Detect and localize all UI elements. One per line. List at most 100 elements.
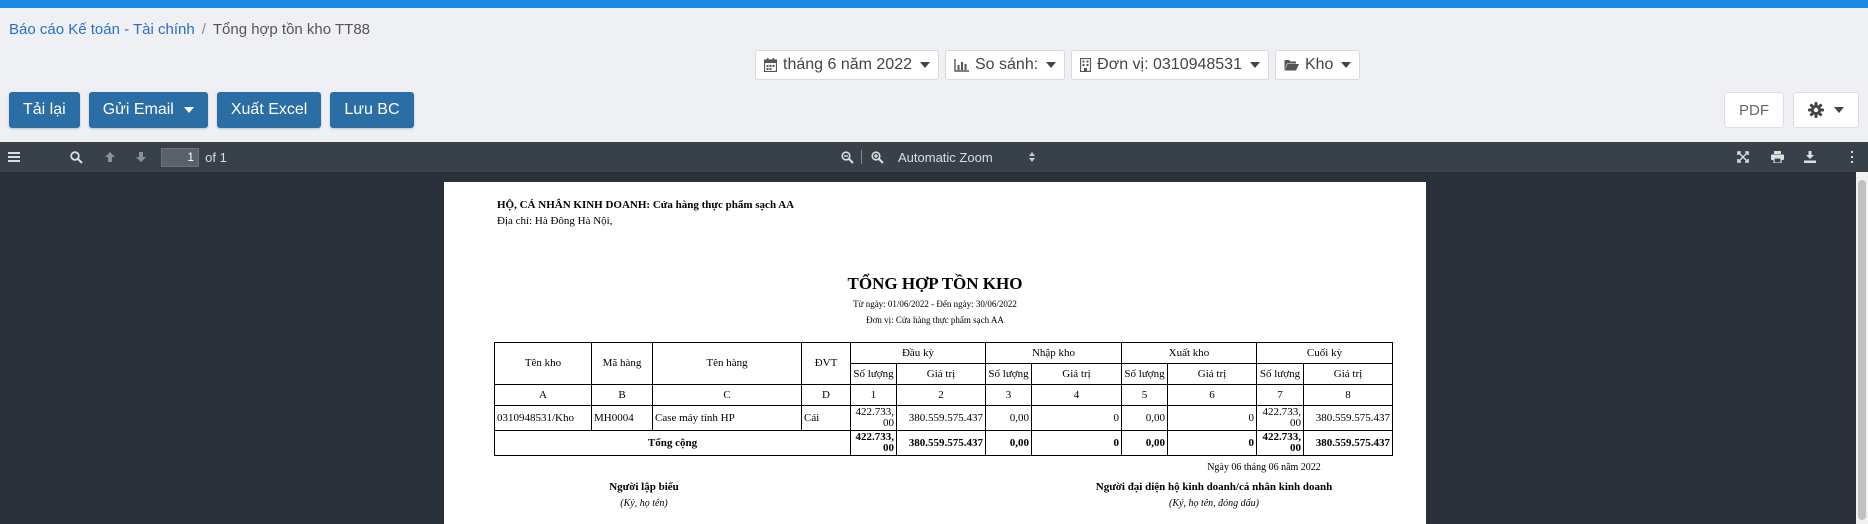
zoom-select[interactable]: Automatic Zoom (898, 142, 1038, 172)
header-cell: Đầu kỳ (850, 342, 986, 364)
breadcrumb-current: Tổng hợp tồn kho TT88 (212, 21, 371, 38)
chevron-down-icon (1834, 107, 1844, 113)
code-cell: 8 (1303, 384, 1393, 406)
issue-value-cell: 0 (1167, 405, 1257, 431)
header-cell: Giá trị (1303, 363, 1393, 385)
representative-note: (Ký, họ tên, đóng dấu) (1169, 498, 1259, 509)
settings-dropdown-button[interactable] (1793, 92, 1859, 128)
warehouse-dropdown[interactable]: Kho (1274, 50, 1361, 80)
compare-label: So sánh: (975, 56, 1039, 73)
header-cell: Số lượng (850, 363, 897, 385)
right-action-group: PDF (1724, 92, 1859, 128)
item-code-cell: MH0004 (591, 405, 653, 431)
issue-qty-cell: 0,00 (1121, 405, 1168, 431)
warehouse-label: Kho (1304, 56, 1334, 73)
filter-bar: tháng 6 năm 2022 So sánh: Đơn vị: 031094… (755, 50, 1361, 80)
header-cell: Cuối kỳ (1256, 342, 1393, 364)
bar-chart-icon (954, 58, 969, 72)
search-icon[interactable] (67, 142, 85, 172)
send-email-label: Gửi Email (102, 101, 174, 118)
top-accent-bar (0, 0, 1868, 8)
page-total: of 1 (205, 149, 227, 165)
unit-cell: Cái (801, 405, 851, 431)
total-closing-qty-cell: 422.733, 00 (1256, 430, 1304, 456)
vertical-scrollbar[interactable] (1856, 172, 1868, 524)
warehouse-cell: 0310948531/Kho (494, 405, 592, 431)
code-cell: 5 (1121, 384, 1168, 406)
total-opening-value-cell: 380.559.575.437 (896, 430, 986, 456)
header-cell: Tên kho (494, 342, 592, 385)
period-dropdown[interactable]: tháng 6 năm 2022 (755, 50, 939, 80)
header-cell: Giá trị (1167, 363, 1257, 385)
opening-value-cell: 380.559.575.437 (896, 405, 986, 431)
print-icon[interactable] (1768, 142, 1786, 172)
table-row: 0310948531/Kho MH0004 Case máy tính HP C… (494, 405, 1393, 431)
toolbar-divider (860, 142, 862, 172)
breadcrumb-parent-link[interactable]: Báo cáo Kế toán - Tài chính (9, 21, 195, 38)
code-cell: 6 (1167, 384, 1257, 406)
compare-dropdown[interactable]: So sánh: (945, 50, 1066, 80)
sidebar-toggle-icon[interactable] (5, 142, 23, 172)
presentation-mode-icon[interactable] (1734, 142, 1752, 172)
total-closing-value-cell: 380.559.575.437 (1303, 430, 1393, 456)
code-cell: C (652, 384, 802, 406)
page-number-input[interactable]: 1 (161, 147, 199, 167)
code-cell: D (801, 384, 851, 406)
code-cell: 4 (1031, 384, 1122, 406)
header-cell: Mã hàng (591, 342, 653, 385)
pdf-button[interactable]: PDF (1724, 92, 1784, 128)
header-cell: Số lượng (1256, 363, 1304, 385)
building-icon (1080, 58, 1092, 72)
header-cell: Xuất kho (1121, 342, 1257, 364)
header-cell: Tên hàng (652, 342, 802, 385)
header-cell: ĐVT (801, 342, 851, 385)
gear-icon (1808, 102, 1824, 118)
unit-label: Đơn vị: 0310948531 (1097, 56, 1242, 73)
sign-date: Ngày 06 tháng 06 năm 2022 (1207, 462, 1321, 473)
code-cell: 7 (1256, 384, 1304, 406)
preparer-note: (Ký, họ tên) (620, 498, 668, 509)
business-address: Địa chỉ: Hà Đông Hà Nội, (497, 215, 613, 227)
business-name: HỘ, CÁ NHÂN KINH DOANH: Cửa hàng thực ph… (497, 199, 795, 211)
chevron-down-icon (920, 62, 930, 68)
reload-button[interactable]: Tải lại (9, 92, 80, 128)
code-cell: A (494, 384, 592, 406)
zoom-label: Automatic Zoom (898, 149, 993, 165)
download-icon[interactable] (1801, 142, 1819, 172)
code-cell: 2 (896, 384, 986, 406)
unit-dropdown[interactable]: Đơn vị: 0310948531 (1071, 50, 1269, 80)
pdf-viewer-toolbar: 1 of 1 Automatic Zoom (0, 142, 1868, 172)
report-unit: Đơn vị: Cửa hàng thực phẩm sạch AA (866, 315, 1004, 325)
closing-value-cell: 380.559.575.437 (1303, 405, 1393, 431)
zoom-out-icon[interactable] (838, 142, 856, 172)
calendar-icon (764, 58, 777, 72)
preparer-title: Người lập biểu (609, 481, 679, 493)
header-cell: Số lượng (985, 363, 1032, 385)
next-page-icon[interactable] (132, 142, 150, 172)
total-receipt-value-cell: 0 (1031, 430, 1122, 456)
zoom-in-icon[interactable] (868, 142, 886, 172)
previous-page-icon[interactable] (101, 142, 119, 172)
export-excel-button[interactable]: Xuất Excel (216, 92, 322, 128)
chevron-down-icon (1341, 62, 1352, 68)
total-issue-qty-cell: 0,00 (1121, 430, 1168, 456)
send-email-button[interactable]: Gửi Email (88, 92, 208, 128)
pdf-viewer-area[interactable]: HỘ, CÁ NHÂN KINH DOANH: Cửa hàng thực ph… (0, 172, 1868, 524)
action-toolbar: Tải lại Gửi Email Xuất Excel Lưu BC (9, 92, 414, 128)
total-label-cell: Tổng cộng (494, 430, 851, 456)
chevron-down-icon (1249, 62, 1260, 68)
code-cell: 1 (850, 384, 897, 406)
inventory-table: Tên kho Mã hàng Tên hàng ĐVT Đầu kỳ Nhập… (494, 342, 1393, 456)
representative-title: Người đại diện hộ kinh doanh/cá nhân kin… (1095, 481, 1333, 493)
total-receipt-qty-cell: 0,00 (985, 430, 1032, 456)
more-options-icon[interactable] (1844, 142, 1860, 172)
chevron-down-icon (1046, 62, 1057, 68)
breadcrumb: Báo cáo Kế toán - Tài chính / Tổng hợp tồn… (9, 21, 370, 38)
table-header-row: Tên kho Mã hàng Tên hàng ĐVT Đầu kỳ Nhập… (494, 342, 1393, 385)
total-row: Tổng cộng 422.733, 00 380.559.575.437 0,0… (494, 430, 1393, 456)
report-title: TỔNG HỢP TỒN KHO (847, 274, 1023, 293)
item-name-cell: Case máy tính HP (652, 405, 802, 431)
save-report-button[interactable]: Lưu BC (330, 92, 414, 128)
scrollbar-thumb[interactable] (1858, 180, 1866, 520)
opening-qty-cell: 422.733, 00 (850, 405, 897, 431)
